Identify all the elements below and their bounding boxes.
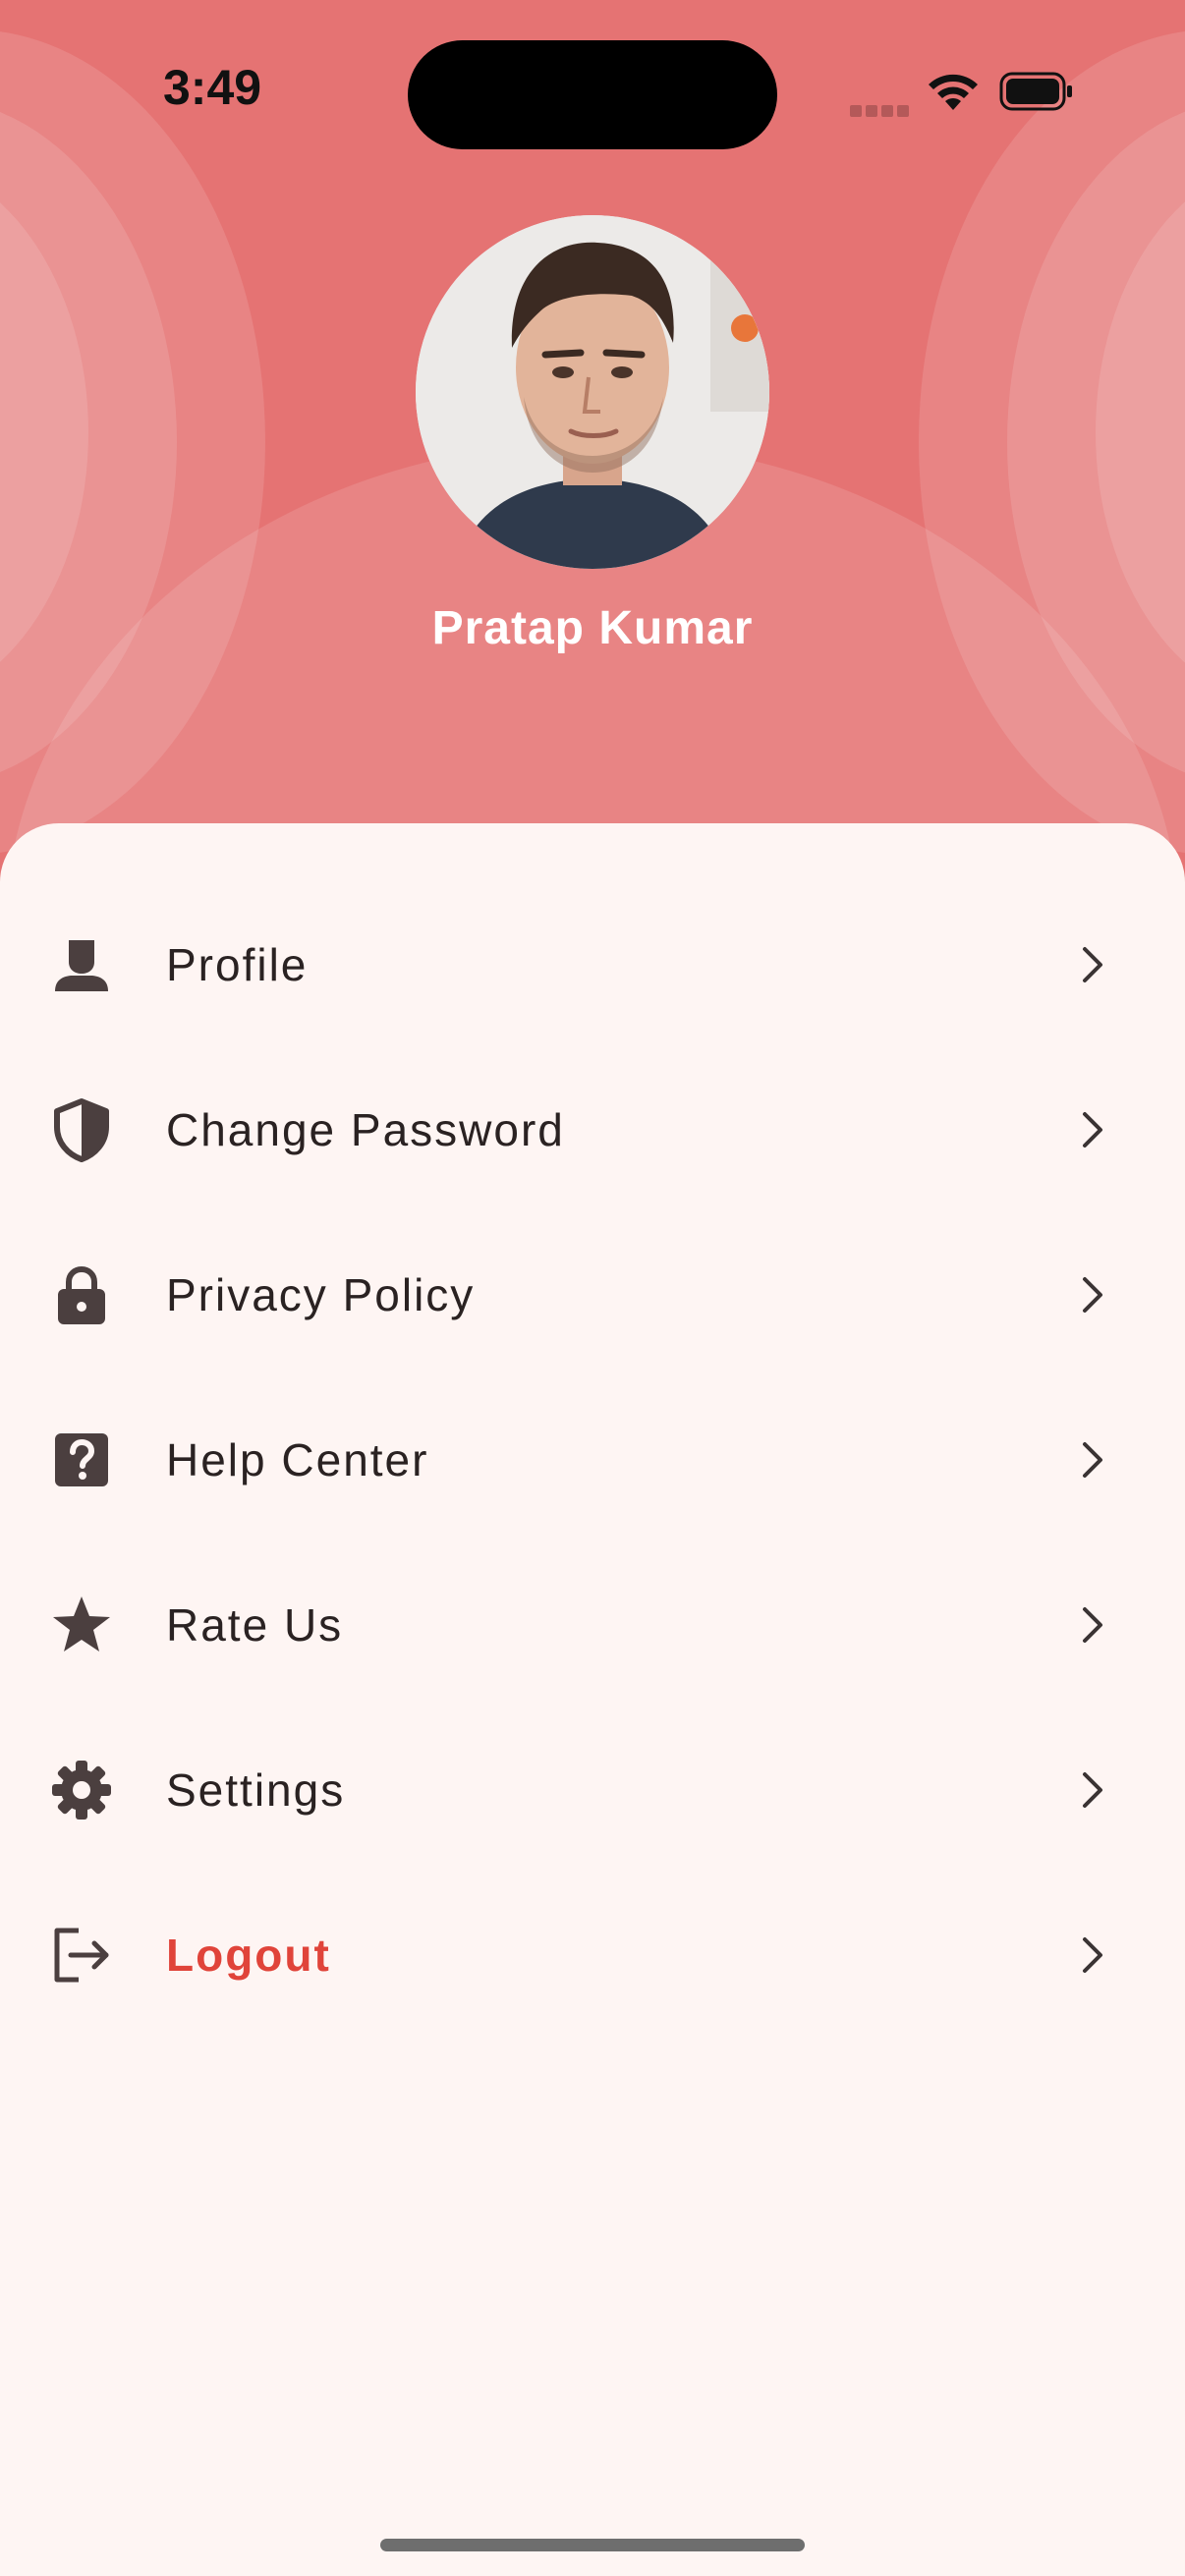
menu-label: Logout <box>166 1930 331 1981</box>
shield-icon <box>54 1098 109 1162</box>
chevron-right-icon <box>1083 947 1102 982</box>
avatar[interactable] <box>416 215 769 569</box>
profile-name: Pratap Kumar <box>431 602 754 654</box>
gear-icon <box>52 1761 111 1820</box>
logout-icon <box>54 1928 109 1983</box>
help-icon <box>55 1433 108 1486</box>
menu-label: Settings <box>166 1764 346 1816</box>
menu-label: Profile <box>166 939 309 990</box>
menu-label: Help Center <box>166 1434 429 1485</box>
dynamic-island <box>408 40 777 149</box>
chevron-right-icon <box>1083 1277 1102 1313</box>
menu-item-profile[interactable]: Profile <box>0 886 1185 1043</box>
menu-label: Rate Us <box>166 1599 344 1651</box>
lock-icon <box>58 1265 105 1324</box>
status-time: 3:49 <box>163 60 262 115</box>
chevron-right-icon <box>1083 1607 1102 1643</box>
status-bar: 3:49 <box>0 0 1185 187</box>
menu-item-logout[interactable]: Logout <box>0 1876 1185 2034</box>
menu-item-change-password[interactable]: Change Password <box>0 1051 1185 1208</box>
chevron-right-icon <box>1083 1112 1102 1148</box>
home-indicator[interactable] <box>380 2539 805 2551</box>
menu-item-privacy-policy[interactable]: Privacy Policy <box>0 1216 1185 1373</box>
menu-item-settings[interactable]: Settings <box>0 1711 1185 1869</box>
battery-icon <box>999 72 1072 111</box>
chevron-right-icon <box>1083 1937 1102 1973</box>
menu-label: Change Password <box>166 1104 565 1155</box>
person-icon <box>55 940 108 991</box>
menu-sheet: Profile Change Password Privacy Policy H… <box>0 823 1185 2576</box>
chevron-right-icon <box>1083 1772 1102 1808</box>
menu-item-rate-us[interactable]: Rate Us <box>0 1546 1185 1704</box>
cellular-signal-icon <box>850 102 913 121</box>
menu-item-help-center[interactable]: Help Center <box>0 1381 1185 1539</box>
profile-header: 3:49 Pratap Kumar <box>0 0 1185 884</box>
menu-label: Privacy Policy <box>166 1269 476 1320</box>
avatar-photo <box>416 215 769 569</box>
wifi-icon <box>929 74 978 110</box>
star-icon <box>53 1596 110 1652</box>
chevron-right-icon <box>1083 1442 1102 1478</box>
